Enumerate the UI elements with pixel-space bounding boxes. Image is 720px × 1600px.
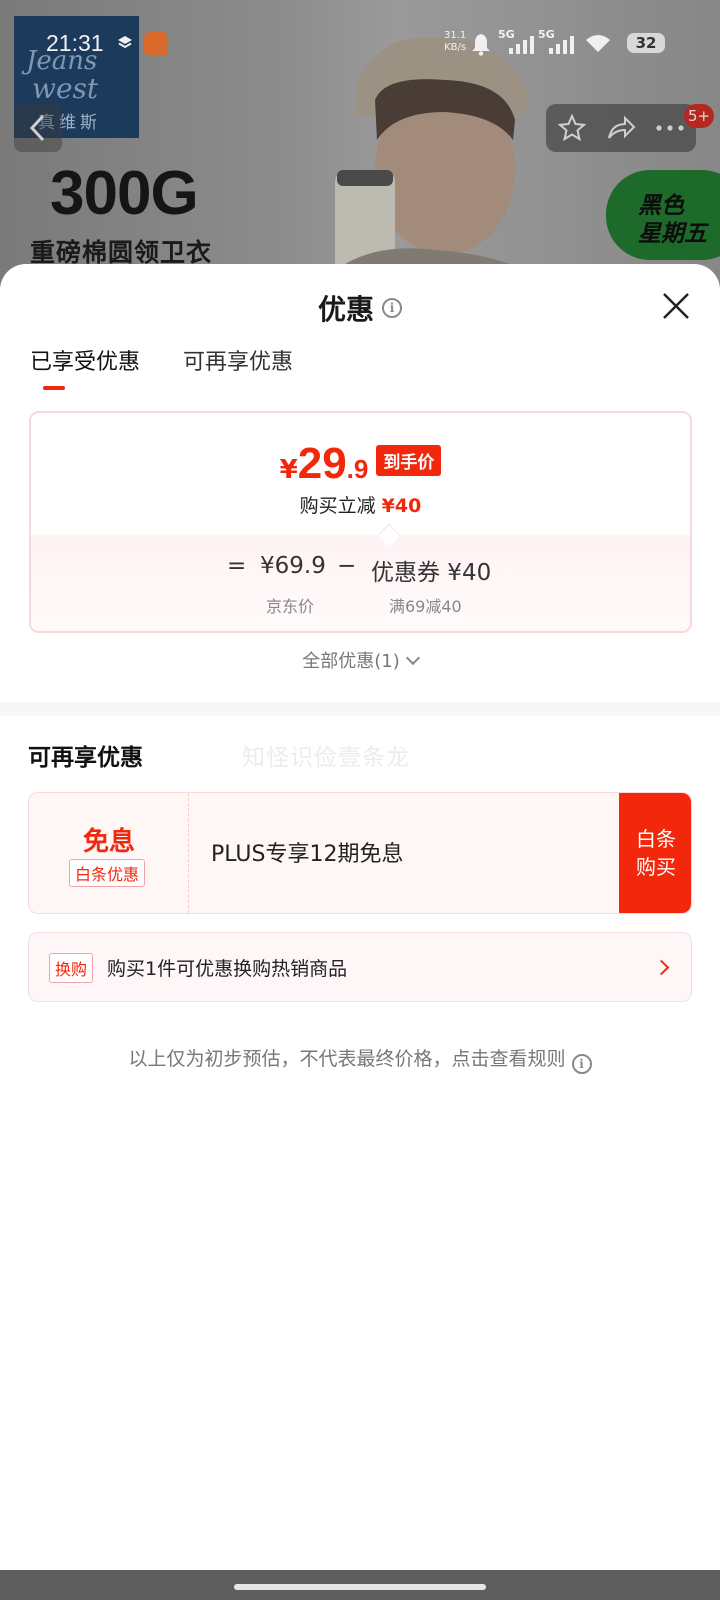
watermark-text: 知怪识俭壹条龙 <box>242 745 410 771</box>
baitiao-buy-line1: 白条 <box>636 827 676 851</box>
all-offers-toggle[interactable]: 全部优惠(1) <box>0 647 720 673</box>
info-icon[interactable]: i <box>382 298 402 318</box>
promo-headline: 300G <box>50 159 199 228</box>
message-count-badge: 5+ <box>684 104 715 128</box>
trade-up-offer-card[interactable]: 换购 购买1件可优惠换购热销商品 <box>28 932 692 1002</box>
chevron-right-icon <box>653 959 670 976</box>
layers-icon <box>118 36 132 49</box>
coupon-amount: 优惠券 ¥40 <box>371 560 492 586</box>
baitiao-buy-line2: 购买 <box>636 855 676 879</box>
network-speed-unit: KB/s <box>444 42 467 53</box>
rules-info-icon[interactable]: i <box>571 1054 592 1074</box>
network-speed: 31.1 KB/s <box>444 30 466 54</box>
home-indicator[interactable] <box>234 1584 486 1590</box>
more-icon[interactable] <box>654 114 686 142</box>
offers-bottom-sheet: 优惠 i 已享受优惠 可再享优惠 ¥29.9 到手价 购买立减 ¥40 = ¥69.9… <box>0 264 720 1570</box>
formula-equals: = <box>227 553 247 579</box>
close-icon[interactable] <box>660 290 692 322</box>
jd-price: ¥69.9 <box>260 553 326 579</box>
final-price: ¥29.9 到手价 <box>31 439 690 489</box>
currency-symbol: ¥ <box>279 455 298 485</box>
price-formula: = ¥69.9 − 优惠券 ¥40 京东价 满69减40 <box>31 535 690 631</box>
status-bar: 21:31 31.1 KB/s 5G 5G 32 <box>0 24 720 64</box>
baitiao-offer-tag: 白条优惠 <box>69 859 146 887</box>
baitiao-buy-button[interactable]: 白条 购买 <box>619 793 691 913</box>
status-time: 21:31 <box>46 30 104 56</box>
installment-badge: 免息 白条优惠 <box>29 793 189 913</box>
signal-icon-2 <box>549 36 574 54</box>
installment-description: PLUS专享12期免息 <box>211 842 404 867</box>
badge-line2: 星期五 <box>638 221 707 247</box>
price-disclaimer[interactable]: 以上仅为初步预估，不代表最终价格，点击查看规则 i <box>0 1044 720 1074</box>
chevron-down-icon <box>405 650 420 666</box>
section-divider <box>0 702 720 716</box>
installment-offer-card: 免息 白条优惠 PLUS专享12期免息 白条 购买 <box>28 792 692 914</box>
coupon-caption: 满69减40 <box>389 597 462 616</box>
back-button[interactable] <box>14 104 62 152</box>
wifi-icon <box>586 35 610 52</box>
sheet-title-text: 优惠 <box>317 293 374 326</box>
sheet-title: 优惠 i <box>0 288 720 328</box>
app-notification-icon <box>144 32 168 56</box>
instant-discount: 购买立减 ¥40 <box>31 491 690 518</box>
interest-free-label: 免息 <box>82 827 135 857</box>
black-friday-badge: 黑色 星期五 <box>606 170 720 260</box>
disclaimer-text: 以上仅为初步预估，不代表最终价格，点击查看规则 <box>128 1048 566 1070</box>
instant-discount-label: 购买立减 <box>299 495 376 517</box>
all-offers-label: 全部优惠(1) <box>302 651 400 672</box>
system-navigation-bar <box>0 1570 720 1600</box>
tab-more-offers[interactable]: 可再享优惠 <box>183 344 293 376</box>
tab-enjoyed-offers[interactable]: 已享受优惠 <box>30 344 140 376</box>
signal-icon <box>509 36 534 54</box>
chevron-left-icon <box>29 114 45 142</box>
price-decimal: .9 <box>346 454 369 484</box>
final-price-tag: 到手价 <box>376 445 442 476</box>
battery-indicator: 32 <box>627 33 665 53</box>
price-integer: 29 <box>297 439 347 488</box>
trade-up-text: 购买1件可优惠换购热销商品 <box>107 958 348 980</box>
share-icon[interactable] <box>606 114 636 142</box>
trade-up-tag: 换购 <box>49 953 94 983</box>
formula-minus: − <box>337 553 357 579</box>
badge-line1: 黑色 <box>638 193 684 219</box>
more-offers-heading: 可再享优惠 <box>28 745 143 771</box>
final-price-section: ¥29.9 到手价 购买立减 ¥40 <box>31 413 690 535</box>
brand-logo-line2: west <box>32 72 99 105</box>
price-breakdown-card: ¥29.9 到手价 购买立减 ¥40 = ¥69.9 − 优惠券 ¥40 京东价 满… <box>29 411 692 633</box>
top-action-bar <box>546 104 696 152</box>
bell-icon <box>472 34 490 56</box>
star-icon[interactable] <box>558 114 586 142</box>
network-speed-value: 31.1 <box>444 30 467 41</box>
instant-discount-amount: ¥40 <box>381 495 422 517</box>
active-tab-indicator <box>43 386 65 390</box>
jd-price-caption: 京东价 <box>266 597 315 616</box>
